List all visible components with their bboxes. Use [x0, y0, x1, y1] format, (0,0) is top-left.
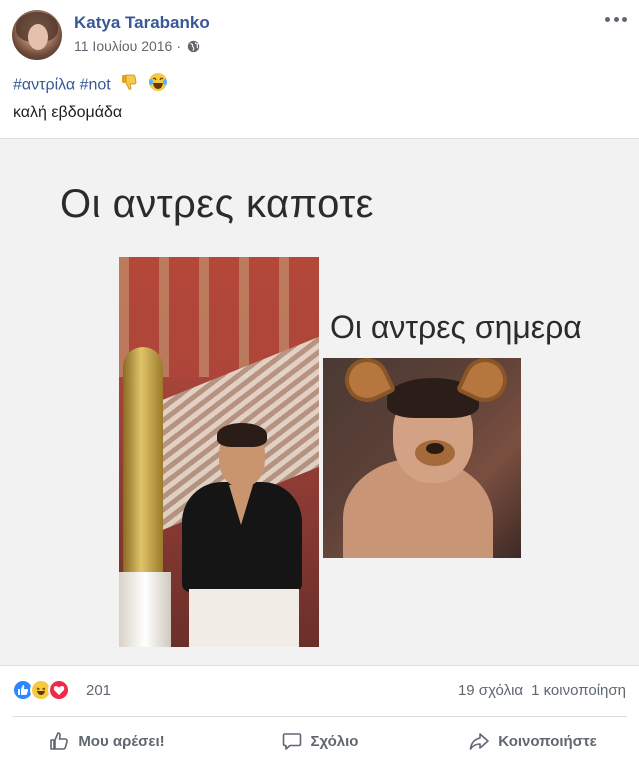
share-label: Κοινοποιήστε — [498, 732, 597, 750]
meta-separator: · — [176, 38, 182, 54]
avatar-face — [28, 24, 48, 50]
more-options-icon[interactable] — [605, 12, 627, 26]
white-pants — [189, 589, 299, 647]
statue-pedestal — [119, 572, 171, 647]
like-button[interactable]: Μου αρέσει! — [0, 720, 213, 762]
avatar[interactable] — [12, 10, 62, 60]
reaction-count[interactable]: 201 — [86, 682, 111, 699]
post-meta: 11 Ιουλίου 2016 · — [74, 38, 200, 54]
meme-photo-then — [119, 257, 319, 647]
love-reaction-icon — [48, 679, 70, 701]
meme-caption-then: Οι αντρες καποτε — [60, 182, 374, 226]
golden-statue — [123, 347, 163, 577]
thumbs-down-icon — [120, 73, 138, 98]
post-stats: 19 σχόλια 1 κοινοποίηση — [458, 682, 626, 699]
reaction-icons[interactable] — [12, 679, 70, 701]
comments-count[interactable]: 19 σχόλια — [458, 682, 523, 699]
man-hair — [217, 423, 267, 447]
post-header: Katya Tarabanko 11 Ιουλίου 2016 · — [0, 0, 639, 70]
author-name[interactable]: Katya Tarabanko — [74, 13, 210, 33]
post-image[interactable]: Οι αντρες καποτε Οι αντρες σημερα — [0, 138, 639, 666]
dot — [605, 16, 610, 22]
comment-icon — [282, 733, 301, 750]
share-icon — [469, 733, 490, 750]
reactions-bar: 201 19 σχόλια 1 κοινοποίηση — [0, 672, 639, 710]
post-date[interactable]: 11 Ιουλίου 2016 — [74, 38, 172, 54]
dot — [622, 16, 627, 22]
dog-nose-filter — [415, 440, 455, 466]
dot — [613, 16, 619, 22]
like-label: Μου αρέσει! — [78, 732, 165, 750]
action-bar: Μου αρέσει! Σχόλιο Κοινοποιήστε — [0, 720, 639, 762]
laughing-tears-icon — [148, 72, 168, 99]
globe-icon[interactable] — [187, 40, 200, 53]
meme-caption-now: Οι αντρες σημερα — [330, 309, 582, 345]
comment-button[interactable]: Σχόλιο — [213, 720, 426, 762]
shares-count[interactable]: 1 κοινοποίηση — [531, 682, 626, 699]
share-button[interactable]: Κοινοποιήστε — [426, 720, 639, 762]
divider — [12, 716, 627, 717]
man-figure — [177, 423, 307, 647]
meme-photo-now — [323, 358, 521, 558]
comment-label: Σχόλιο — [310, 732, 359, 750]
post-text-line-1: #αντρίλα #not — [13, 72, 168, 99]
hashtags[interactable]: #αντρίλα #not — [13, 77, 111, 94]
thumbs-up-icon — [50, 732, 69, 750]
post-text-line-2: καλή εβδομάδα — [13, 104, 123, 121]
